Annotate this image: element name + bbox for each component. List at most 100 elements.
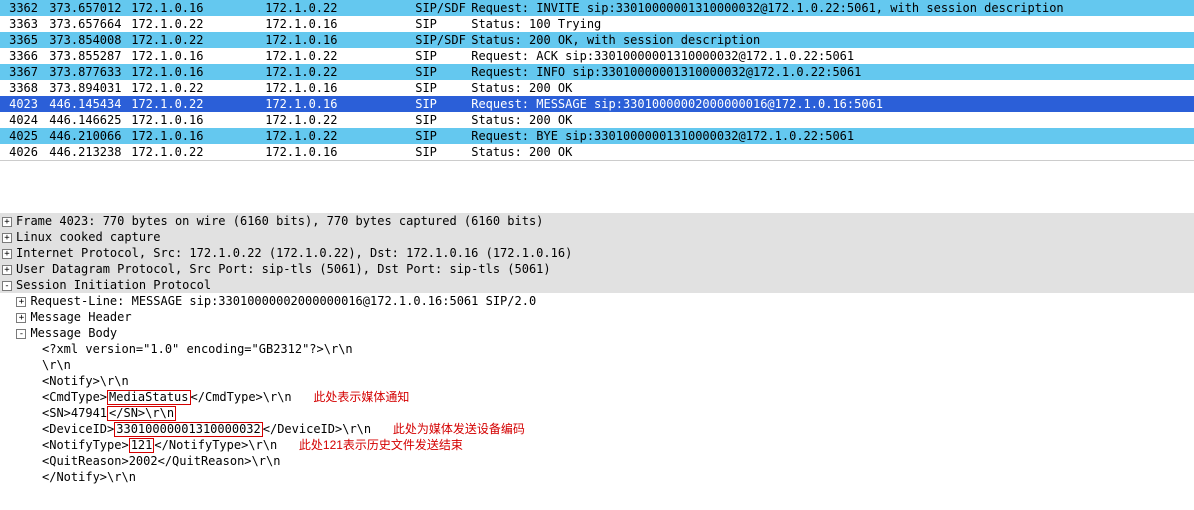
col-time: 446.145434 (42, 96, 124, 112)
col-protocol: SIP (408, 144, 464, 160)
col-time: 373.855287 (42, 48, 124, 64)
packet-details[interactable]: +Frame 4023: 770 bytes on wire (6160 bit… (0, 213, 1194, 485)
expand-icon[interactable]: + (2, 249, 12, 259)
col-no: 3366 (0, 48, 42, 64)
request-line[interactable]: +Request-Line: MESSAGE sip:3301000000200… (0, 293, 1194, 309)
col-destination: 172.1.0.16 (258, 32, 408, 48)
collapse-icon[interactable]: - (16, 329, 26, 339)
col-protocol: SIP (408, 96, 464, 112)
col-time: 446.146625 (42, 112, 124, 128)
collapse-icon[interactable]: - (2, 281, 12, 291)
col-destination: 172.1.0.16 (258, 80, 408, 96)
col-info: Status: 200 OK (464, 144, 1194, 160)
col-source: 172.1.0.16 (124, 128, 258, 144)
packet-list[interactable]: 3362 373.657012 172.1.0.16 172.1.0.22 SI… (0, 0, 1194, 161)
col-no: 4023 (0, 96, 42, 112)
col-time: 373.657664 (42, 16, 124, 32)
packet-row[interactable]: 4023 446.145434 172.1.0.22 172.1.0.16 SI… (0, 96, 1194, 112)
col-no: 4025 (0, 128, 42, 144)
pane-divider (0, 161, 1194, 213)
col-time: 373.894031 (42, 80, 124, 96)
message-header[interactable]: +Message Header (0, 309, 1194, 325)
col-time: 373.854008 (42, 32, 124, 48)
expand-icon[interactable]: + (2, 265, 12, 275)
col-destination: 172.1.0.16 (258, 144, 408, 160)
col-destination: 172.1.0.22 (258, 0, 408, 16)
col-time: 373.877633 (42, 64, 124, 80)
col-info: Request: MESSAGE sip:3301000000200000001… (464, 96, 1194, 112)
packet-row[interactable]: 4025 446.210066 172.1.0.16 172.1.0.22 SI… (0, 128, 1194, 144)
col-protocol: SIP (408, 48, 464, 64)
xml-notify-open: <Notify>\r\n (0, 373, 1194, 389)
packet-row[interactable]: 3368 373.894031 172.1.0.22 172.1.0.16 SI… (0, 80, 1194, 96)
xml-notify-close: </Notify>\r\n (0, 469, 1194, 485)
col-protocol: SIP (408, 80, 464, 96)
col-info: Status: 200 OK (464, 112, 1194, 128)
col-no: 4024 (0, 112, 42, 128)
col-protocol: SIP (408, 128, 464, 144)
expand-icon[interactable]: + (16, 297, 26, 307)
col-protocol: SIP/SDF (408, 0, 464, 16)
col-source: 172.1.0.22 (124, 32, 258, 48)
col-info: Status: 200 OK, with session description (464, 32, 1194, 48)
packet-row[interactable]: 3363 373.657664 172.1.0.22 172.1.0.16 SI… (0, 16, 1194, 32)
col-source: 172.1.0.16 (124, 0, 258, 16)
col-destination: 172.1.0.16 (258, 96, 408, 112)
annotation-device: 此处为媒体发送设备编码 (393, 422, 525, 436)
col-info: Request: BYE sip:33010000001310000032@17… (464, 128, 1194, 144)
col-no: 3367 (0, 64, 42, 80)
col-source: 172.1.0.22 (124, 144, 258, 160)
udp-summary[interactable]: +User Datagram Protocol, Src Port: sip-t… (0, 261, 1194, 277)
col-time: 446.210066 (42, 128, 124, 144)
packet-row[interactable]: 4024 446.146625 172.1.0.16 172.1.0.22 SI… (0, 112, 1194, 128)
col-destination: 172.1.0.22 (258, 64, 408, 80)
col-source: 172.1.0.22 (124, 96, 258, 112)
col-no: 3368 (0, 80, 42, 96)
col-no: 4026 (0, 144, 42, 160)
packet-row[interactable]: 3366 373.855287 172.1.0.16 172.1.0.22 SI… (0, 48, 1194, 64)
xml-crlf: \r\n (0, 357, 1194, 373)
message-body[interactable]: -Message Body (0, 325, 1194, 341)
col-source: 172.1.0.16 (124, 112, 258, 128)
col-protocol: SIP (408, 64, 464, 80)
col-info: Request: ACK sip:33010000001310000032@17… (464, 48, 1194, 64)
packet-row[interactable]: 3362 373.657012 172.1.0.16 172.1.0.22 SI… (0, 0, 1194, 16)
expand-icon[interactable]: + (2, 233, 12, 243)
cmdtype-highlight: MediaStatus (107, 390, 190, 405)
sip-summary[interactable]: -Session Initiation Protocol (0, 277, 1194, 293)
col-destination: 172.1.0.22 (258, 112, 408, 128)
col-source: 172.1.0.16 (124, 48, 258, 64)
packet-row[interactable]: 3367 373.877633 172.1.0.16 172.1.0.22 SI… (0, 64, 1194, 80)
frame-summary[interactable]: +Frame 4023: 770 bytes on wire (6160 bit… (0, 213, 1194, 229)
linux-cooked[interactable]: +Linux cooked capture (0, 229, 1194, 245)
col-no: 3363 (0, 16, 42, 32)
xml-quitreason: <QuitReason>2002</QuitReason>\r\n (0, 453, 1194, 469)
deviceid-highlight: 33010000001310000032 (114, 422, 263, 437)
col-protocol: SIP (408, 16, 464, 32)
col-protocol: SIP (408, 112, 464, 128)
col-source: 172.1.0.16 (124, 64, 258, 80)
xml-sn: <SN>47941</SN>\r\n (0, 405, 1194, 421)
col-time: 446.213238 (42, 144, 124, 160)
col-source: 172.1.0.22 (124, 16, 258, 32)
xml-deviceid: <DeviceID>33010000001310000032</DeviceID… (0, 421, 1194, 437)
col-destination: 172.1.0.16 (258, 16, 408, 32)
expand-icon[interactable]: + (2, 217, 12, 227)
packet-row[interactable]: 3365 373.854008 172.1.0.22 172.1.0.16 SI… (0, 32, 1194, 48)
col-no: 3362 (0, 0, 42, 16)
notifytype-highlight: 121 (129, 438, 155, 453)
ip-summary[interactable]: +Internet Protocol, Src: 172.1.0.22 (172… (0, 245, 1194, 261)
xml-notifytype: <NotifyType>121</NotifyType>\r\n 此处121表示… (0, 437, 1194, 453)
xml-cmdtype: <CmdType>MediaStatus</CmdType>\r\n 此处表示媒… (0, 389, 1194, 405)
annotation-notifytype: 此处121表示历史文件发送结束 (299, 438, 463, 452)
packet-row[interactable]: 4026 446.213238 172.1.0.22 172.1.0.16 SI… (0, 144, 1194, 160)
col-destination: 172.1.0.22 (258, 48, 408, 64)
col-info: Request: INVITE sip:33010000001310000032… (464, 0, 1194, 16)
col-time: 373.657012 (42, 0, 124, 16)
sn-highlight: </SN>\r\n (107, 406, 176, 421)
col-destination: 172.1.0.22 (258, 128, 408, 144)
xml-declaration: <?xml version="1.0" encoding="GB2312"?>\… (0, 341, 1194, 357)
col-info: Status: 200 OK (464, 80, 1194, 96)
expand-icon[interactable]: + (16, 313, 26, 323)
col-info: Status: 100 Trying (464, 16, 1194, 32)
